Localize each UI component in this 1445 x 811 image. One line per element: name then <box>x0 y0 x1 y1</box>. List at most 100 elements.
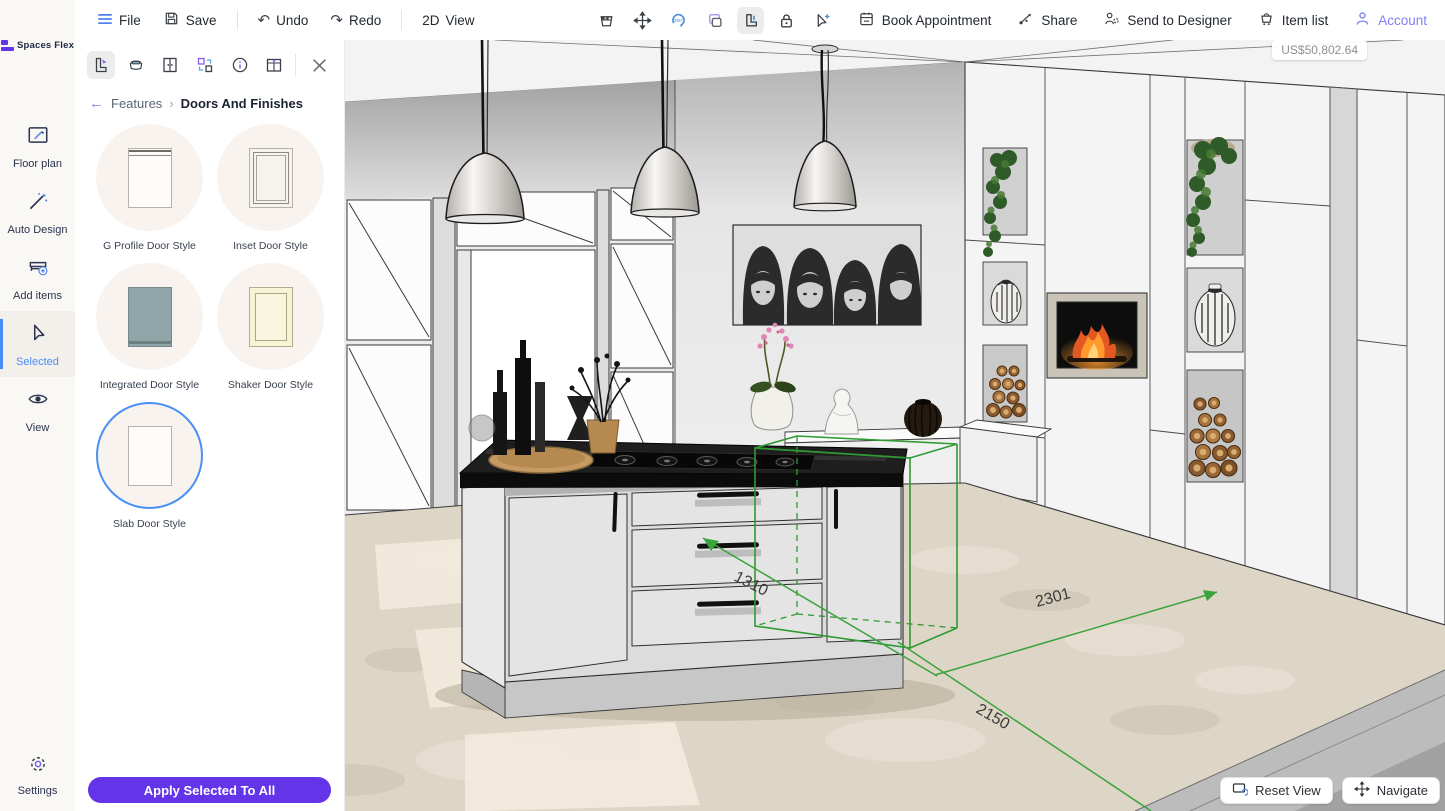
save-button[interactable]: Save <box>155 5 225 35</box>
add-items-icon <box>26 255 50 284</box>
main-menu-button[interactable]: File <box>89 7 149 34</box>
sidebar-item-label: Auto Design <box>8 224 68 236</box>
tile-g-profile-door[interactable]: G Profile Door Style <box>89 124 210 252</box>
sidebar-item-label: Add items <box>13 290 62 302</box>
view-mode-label: View <box>446 13 475 28</box>
canvas-toolbar: 360° <box>593 0 836 40</box>
tile-circle <box>96 263 203 370</box>
designer-person-icon <box>1103 10 1120 30</box>
send-to-designer-label: Send to Designer <box>1127 13 1231 28</box>
tile-label: G Profile Door Style <box>103 240 196 252</box>
tile-shaker-door[interactable]: Shaker Door Style <box>210 263 331 391</box>
reset-view-icon <box>1232 781 1248 800</box>
tile-integrated-door[interactable]: Integrated Door Style <box>89 263 210 391</box>
navigate-button[interactable]: Navigate <box>1342 777 1440 804</box>
wall-elevation-tool[interactable] <box>737 7 764 34</box>
tile-slab-door[interactable]: Slab Door Style <box>89 402 210 530</box>
door-style-grid: G Profile Door Style Inset Door Style In… <box>75 116 344 541</box>
main-column: File Save ↶ Undo ↷ Redo <box>75 0 1445 811</box>
hamburger-icon <box>97 12 113 29</box>
settings-label: Settings <box>18 785 58 797</box>
view-mode-button[interactable]: 2D View <box>414 8 482 33</box>
cart-icon <box>1258 10 1275 30</box>
move-tool[interactable] <box>629 7 656 34</box>
back-arrow-icon[interactable]: ← <box>89 95 104 112</box>
brand-logo-icon <box>1 40 14 51</box>
close-panel-button[interactable] <box>306 52 332 78</box>
cabinet-tab[interactable] <box>156 51 184 79</box>
reset-view-button[interactable]: Reset View <box>1220 777 1333 804</box>
account-person-icon <box>1354 10 1371 30</box>
sidebar-item-settings[interactable]: Settings <box>0 753 75 797</box>
tile-label: Shaker Door Style <box>228 379 313 391</box>
navigate-label: Navigate <box>1377 783 1428 798</box>
account-label: Account <box>1378 13 1427 28</box>
item-list-button[interactable]: Item list <box>1250 5 1337 35</box>
account-button[interactable]: Account <box>1346 5 1435 35</box>
duplicate-tool[interactable] <box>701 7 728 34</box>
sidebar-item-label: Selected <box>16 356 59 368</box>
apply-selected-to-all-button[interactable]: Apply Selected To All <box>88 777 331 803</box>
rotate-360-tool[interactable]: 360° <box>665 7 692 34</box>
item-list-label: Item list <box>1282 13 1329 28</box>
gear-icon <box>27 753 49 780</box>
tile-circle <box>96 402 203 509</box>
door-styles-tab[interactable] <box>87 51 115 79</box>
sidebar-item-view[interactable]: View <box>0 377 75 443</box>
tile-label: Slab Door Style <box>113 518 186 530</box>
info-tab[interactable] <box>226 51 254 79</box>
sidebar-item-add-items[interactable]: Add items <box>0 245 75 311</box>
total-price-badge: US$50,802.64 <box>1272 40 1367 60</box>
worktop-tab[interactable] <box>260 51 288 79</box>
chevron-right-icon: › <box>169 96 173 111</box>
integrated-door-graphic <box>128 287 172 347</box>
magic-wand-icon <box>26 189 50 218</box>
navigate-icon <box>1354 781 1370 800</box>
kitchen-3d-scene: 1310 2301 2150 <box>345 40 1445 811</box>
save-label: Save <box>186 13 217 28</box>
breadcrumb: ← Features › Doors And Finishes <box>75 83 344 116</box>
undo-button[interactable]: ↶ Undo <box>250 8 317 33</box>
floor-plan-icon <box>26 123 50 152</box>
tile-label: Integrated Door Style <box>100 379 199 391</box>
redo-icon: ↷ <box>330 13 343 28</box>
panel-icon-row <box>75 40 344 83</box>
topbar-left: File Save ↶ Undo ↷ Redo <box>75 5 483 35</box>
shaker-door-graphic <box>249 287 293 347</box>
breadcrumb-current: Doors And Finishes <box>181 96 303 111</box>
breadcrumb-features[interactable]: Features <box>111 96 162 111</box>
wall-art-poster <box>733 225 921 325</box>
brand-logo: Spaces Flex <box>1 40 74 51</box>
striped-vase-small <box>991 280 1021 323</box>
select-add-tool[interactable] <box>809 7 836 34</box>
sidebar-item-selected[interactable]: Selected <box>0 311 75 377</box>
brand-name: Spaces Flex <box>17 40 74 51</box>
swap-tab[interactable] <box>191 51 219 79</box>
topbar: File Save ↶ Undo ↷ Redo <box>75 0 1445 40</box>
send-to-designer-button[interactable]: Send to Designer <box>1095 5 1239 35</box>
sink-tab[interactable] <box>122 51 150 79</box>
book-appointment-label: Book Appointment <box>882 13 992 28</box>
sidebar-item-auto-design[interactable]: Auto Design <box>0 179 75 245</box>
doors-panel: ← Features › Doors And Finishes G Profil… <box>75 40 345 811</box>
material-bucket-tool[interactable] <box>593 7 620 34</box>
eye-icon <box>26 387 50 416</box>
svg-text:360°: 360° <box>674 17 684 23</box>
tile-inset-door[interactable]: Inset Door Style <box>210 124 331 252</box>
render-canvas[interactable]: 1310 2301 2150 US$50,802.64 Reset View <box>345 40 1445 811</box>
redo-button[interactable]: ↷ Redo <box>322 8 389 33</box>
lock-tool[interactable] <box>773 7 800 34</box>
reset-view-label: Reset View <box>1255 783 1321 798</box>
sidebar-item-floor-plan[interactable]: Floor plan <box>0 113 75 179</box>
fireplace <box>1047 293 1147 378</box>
rail-nav: Floor plan Auto Design Add items Selecte… <box>0 113 75 443</box>
book-appointment-button[interactable]: Book Appointment <box>850 5 1000 35</box>
slab-door-graphic <box>128 426 172 486</box>
sidebar-item-label: View <box>26 422 50 434</box>
file-menu-label: File <box>119 13 141 28</box>
sidebar-item-label: Floor plan <box>13 158 62 170</box>
redo-label: Redo <box>349 13 381 28</box>
share-button[interactable]: Share <box>1009 5 1085 35</box>
save-icon <box>163 10 180 30</box>
calendar-icon <box>858 10 875 30</box>
